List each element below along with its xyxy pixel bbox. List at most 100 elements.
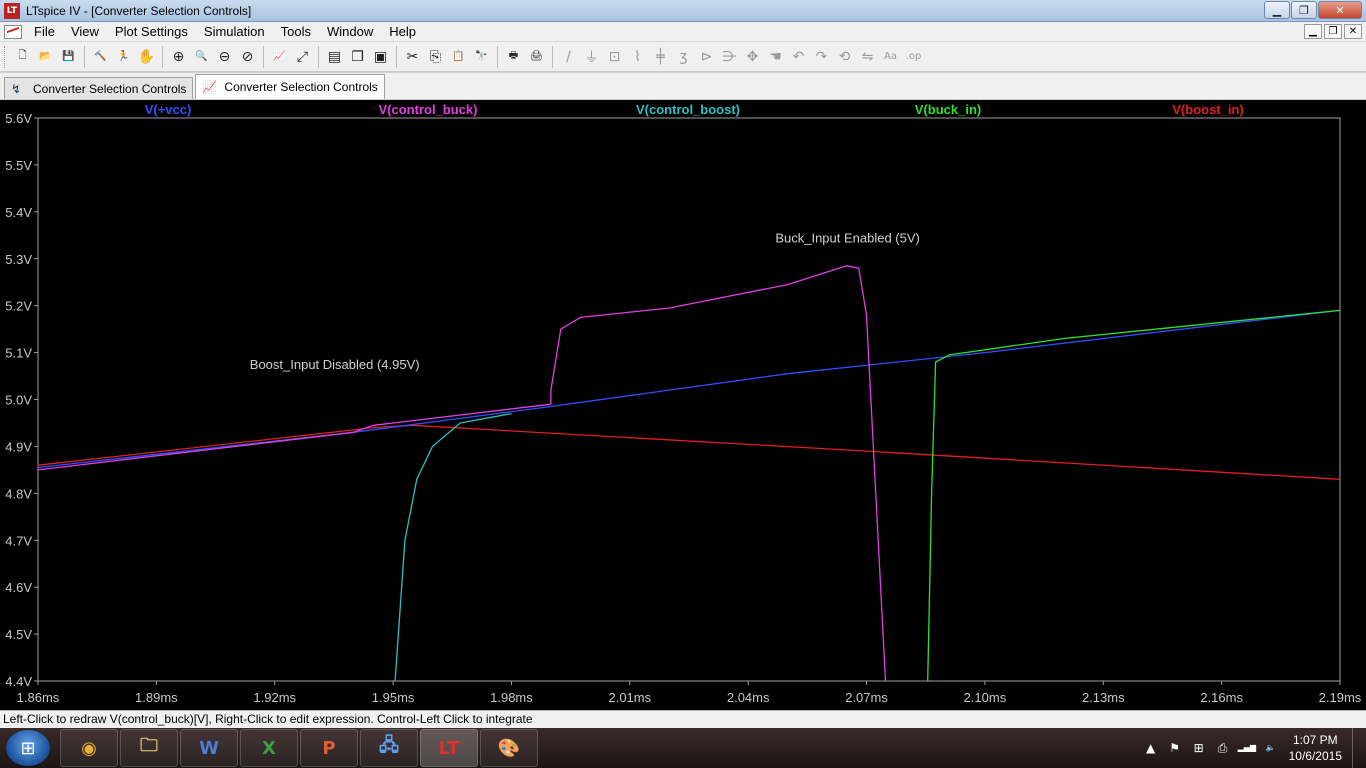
ltspice-icon[interactable]: LT [420,729,478,767]
document-menu-icon[interactable] [4,24,22,39]
network-icon[interactable]: 🖧 [360,729,418,767]
window-title: LTspice IV - [Converter Selection Contro… [26,3,252,18]
zoom-out-icon[interactable]: 🔍 [190,46,213,68]
move-icon[interactable]: ✥ [741,46,764,68]
toolbar-separator [162,45,163,68]
menu-view[interactable]: View [63,22,107,42]
control-panel-icon[interactable]: 🔨 [89,46,112,68]
toolbar-separator [318,45,319,68]
paste-icon[interactable]: 📋 [447,46,470,68]
paint-icon[interactable]: 🎨 [480,729,538,767]
trace-vcontrol-boost[interactable] [394,412,512,681]
save-icon[interactable]: 💾 [57,46,80,68]
y-tick-label: 4.8V [5,486,32,501]
wire-icon[interactable]: ∕ [557,46,580,68]
find-icon[interactable]: 🔭 [470,46,493,68]
chrome-icon[interactable]: ◉ [60,729,118,767]
x-tick-label: 1.92ms [253,690,296,705]
component-icon[interactable]: ⋺ [718,46,741,68]
waveform-icon: 📈 [202,80,218,94]
cascade-icon[interactable]: ❐ [346,46,369,68]
copy-icon[interactable]: ⎘ [424,46,447,68]
document-tabs: ↯ Converter Selection Controls 📈 Convert… [0,73,1366,99]
tab-waveform[interactable]: 📈 Converter Selection Controls [195,74,385,99]
toolbar: 🗋 📂 💾 🔨 🏃 ✋ ⊕ 🔍 ⊖ ⊘ 📈 ⤢ ▤ ❐ ▣ ✂ ⎘ 📋 🔭 🖶 🖨 ∕ ⏚ ⊡ ⌇ ╪ ʒ ⊳ ⋺ ✥ ☚ ↶ ↷ ⟲ ⇋ Aa .op [0,42,1366,72]
toolbar-separator [497,45,498,68]
minimize-button[interactable]: ▁ [1264,1,1290,19]
menu-window[interactable]: Window [319,22,381,42]
tab-schematic[interactable]: ↯ Converter Selection Controls [4,77,194,99]
rotate-icon[interactable]: ⟲ [833,46,856,68]
menu-file[interactable]: File [26,22,63,42]
maximize-button[interactable]: ❐ [1291,1,1317,19]
menu-help[interactable]: Help [381,22,424,42]
start-button[interactable]: ⊞ [6,730,50,766]
y-tick-label: 4.4V [5,674,32,689]
show-hidden-icon[interactable]: ▲ [1142,739,1160,757]
annotation-text[interactable]: Boost_Input Disabled (4.95V) [250,357,420,372]
diode-icon[interactable]: ⊳ [695,46,718,68]
text-icon[interactable]: Aa [879,46,902,68]
tab-label: Converter Selection Controls [224,80,378,94]
undo-icon[interactable]: ↶ [787,46,810,68]
explorer-icon[interactable]: 🗀 [120,729,178,767]
volume-icon[interactable]: 🔈 [1262,739,1280,757]
windows-icon[interactable]: ⊞ [1190,739,1208,757]
close-button[interactable]: ✕ [1318,1,1362,19]
clock[interactable]: 1:07 PM 10/6/2015 [1289,732,1342,764]
close-all-icon[interactable]: ▣ [369,46,392,68]
waveform-plot[interactable]: 5.6V 5.5V 5.4V 5.3V 5.2V 5.1V 5.0V 4.9V 4.8V 4.7V… [0,100,1366,710]
ground-icon[interactable]: ⏚ [580,46,603,68]
trace-label[interactable]: V(buck_in) [915,102,981,117]
menu-tools[interactable]: Tools [273,22,319,42]
word-icon[interactable]: W [180,729,238,767]
resistor-icon[interactable]: ⌇ [626,46,649,68]
tab-label: Converter Selection Controls [33,81,187,96]
tile-horizontal-icon[interactable]: ▤ [323,46,346,68]
signal-icon[interactable]: ▂▄▆ [1238,739,1256,757]
spice-directive-icon[interactable]: .op [902,46,925,68]
zoom-in-icon[interactable]: ⊕ [167,46,190,68]
open-icon[interactable]: 📂 [34,46,57,68]
inductor-icon[interactable]: ʒ [672,46,695,68]
trace-label[interactable]: V(control_buck) [379,102,478,117]
cut-icon[interactable]: ✂ [401,46,424,68]
device-icon[interactable]: ⎙ [1214,739,1232,757]
toolbar-grip[interactable] [4,45,7,68]
label-icon[interactable]: ⊡ [603,46,626,68]
powerpoint-icon[interactable]: P [300,729,358,767]
autorange-icon[interactable]: 📈 [268,46,291,68]
document-restore-button[interactable]: ❐ [1324,24,1342,39]
fit-icon[interactable]: ⤢ [291,46,314,68]
menu-simulation[interactable]: Simulation [196,22,273,42]
mirror-icon[interactable]: ⇋ [856,46,879,68]
zoom-cancel-icon[interactable]: ⊘ [236,46,259,68]
redo-icon[interactable]: ↷ [810,46,833,68]
excel-icon[interactable]: X [240,729,298,767]
toolbar-separator [552,45,553,68]
print-preview-icon[interactable]: 🖶 [502,46,525,68]
document-minimize-button[interactable]: ▁ [1304,24,1322,39]
drag-icon[interactable]: ☚ [764,46,787,68]
x-tick-label: 2.16ms [1200,690,1243,705]
show-desktop-button[interactable] [1352,728,1366,768]
annotation-text[interactable]: Buck_Input Enabled (5V) [775,230,920,245]
zoom-back-icon[interactable]: ⊖ [213,46,236,68]
run-icon[interactable]: 🏃 [112,46,135,68]
halt-icon[interactable]: ✋ [135,46,158,68]
menu-plot-settings[interactable]: Plot Settings [107,22,196,42]
x-tick-label: 2.01ms [608,690,651,705]
flag-icon[interactable]: ⚑ [1166,739,1184,757]
print-icon[interactable]: 🖨 [525,46,548,68]
trace-label[interactable]: V(boost_in) [1172,102,1244,117]
trace-label[interactable]: V(+vcc) [145,102,192,117]
trace-vboost-in[interactable] [38,424,1340,480]
ltspice-icon[interactable]: LT [4,2,20,19]
document-close-button[interactable]: ✕ [1344,24,1362,39]
waveform-chart[interactable]: 5.6V 5.5V 5.4V 5.3V 5.2V 5.1V 5.0V 4.9V 4.8V 4.7V… [0,100,1366,710]
trace-label[interactable]: V(control_boost) [636,102,740,117]
trace-vbuck-in[interactable] [927,309,1340,681]
trace-vcontrol-buck[interactable] [38,265,887,681]
capacitor-icon[interactable]: ╪ [649,46,672,68]
new-schematic-icon[interactable]: 🗋 [11,46,34,68]
